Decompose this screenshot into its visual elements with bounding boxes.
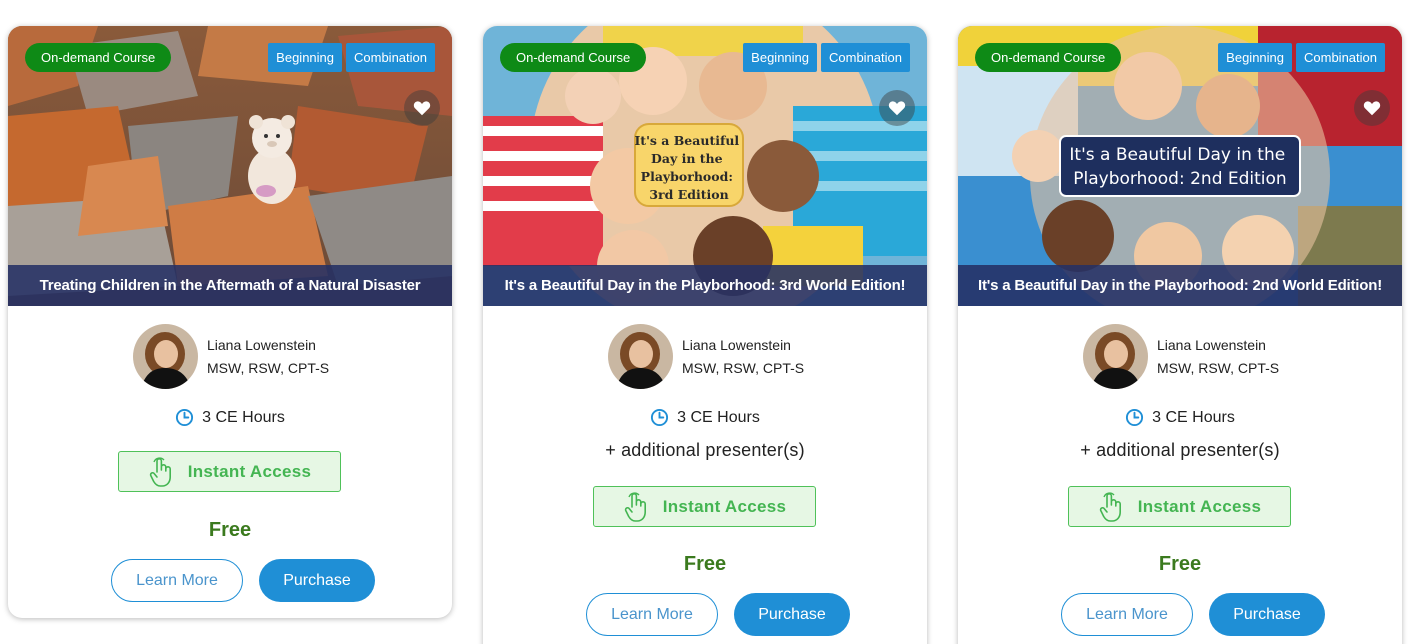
price: Free xyxy=(208,519,252,541)
course-type-badge: On-demand Course xyxy=(500,43,647,72)
ce-hours: 3 CE Hours xyxy=(483,408,927,427)
purchase-button[interactable]: Purchase xyxy=(259,559,375,602)
course-tags: Beginning Combination xyxy=(743,43,910,72)
course-card: It's a Beautiful Day in the Playborhood:… xyxy=(958,26,1402,644)
thumbnail-text-line: 3rd Edition xyxy=(649,187,728,202)
tag-level[interactable]: Beginning xyxy=(268,43,342,72)
tag-format[interactable]: Combination xyxy=(346,43,435,72)
pointing-hand-icon xyxy=(623,491,651,523)
heart-icon xyxy=(1363,101,1381,116)
ce-hours-label: 3 CE Hours xyxy=(202,408,285,426)
thumbnail-text-line: Playborhood: 2nd Edition xyxy=(1073,169,1286,189)
ce-hours-label: 3 CE Hours xyxy=(677,408,760,426)
purchase-button[interactable]: Purchase xyxy=(734,593,850,636)
ce-hours-label: 3 CE Hours xyxy=(1152,408,1235,426)
presenter-name[interactable]: Liana Lowenstein xyxy=(207,334,329,357)
favorite-button[interactable] xyxy=(1354,90,1390,126)
ce-hours: 3 CE Hours xyxy=(8,408,452,427)
purchase-button[interactable]: Purchase xyxy=(1209,593,1325,636)
instant-access-label: Instant Access xyxy=(1137,496,1262,516)
instant-access-badge: Instant Access xyxy=(1068,486,1291,527)
course-type-badge: On-demand Course xyxy=(25,43,172,72)
additional-presenters: + additional presenter(s) xyxy=(605,440,805,460)
presenter: Liana Lowenstein MSW, RSW, CPT-S xyxy=(133,324,329,389)
learn-more-button[interactable]: Learn More xyxy=(586,593,718,636)
clock-icon xyxy=(175,408,194,427)
thumbnail-text-line: Playborhood: xyxy=(641,169,733,184)
pointing-hand-icon xyxy=(1098,491,1126,523)
instant-access-label: Instant Access xyxy=(187,461,312,481)
avatar xyxy=(1083,324,1148,389)
course-thumbnail[interactable]: It's a Beautiful Day in the Playborhood:… xyxy=(958,26,1402,306)
learn-more-button[interactable]: Learn More xyxy=(111,559,243,602)
avatar xyxy=(133,324,198,389)
tag-format[interactable]: Combination xyxy=(821,43,910,72)
thumbnail-text-line: It's a Beautiful Day in the xyxy=(1069,145,1285,165)
learn-more-button[interactable]: Learn More xyxy=(1061,593,1193,636)
tag-level[interactable]: Beginning xyxy=(743,43,817,72)
avatar xyxy=(608,324,673,389)
pointing-hand-icon xyxy=(148,456,176,488)
course-title[interactable]: Treating Children in the Aftermath of a … xyxy=(8,265,452,306)
thumbnail-text-line: Day in the xyxy=(651,151,723,166)
course-title[interactable]: It's a Beautiful Day in the Playborhood:… xyxy=(483,265,927,306)
tag-level[interactable]: Beginning xyxy=(1218,43,1292,72)
thumbnail-text-line: It's a Beautiful xyxy=(634,133,739,148)
course-card: On-demand Course Beginning Combination T… xyxy=(8,26,452,618)
instant-access-badge: Instant Access xyxy=(118,451,341,492)
instant-access-badge: Instant Access xyxy=(593,486,816,527)
presenter-credentials: MSW, RSW, CPT-S xyxy=(207,359,330,376)
heart-icon xyxy=(888,101,906,116)
favorite-button[interactable] xyxy=(879,90,915,126)
course-thumbnail[interactable]: On-demand Course Beginning Combination T… xyxy=(8,26,452,306)
instant-access-label: Instant Access xyxy=(662,496,787,516)
presenter-name[interactable]: Liana Lowenstein xyxy=(682,334,804,357)
presenter-name[interactable]: Liana Lowenstein xyxy=(1157,334,1279,357)
course-type-badge: On-demand Course xyxy=(975,43,1122,72)
price: Free xyxy=(683,553,727,575)
course-thumbnail[interactable]: It's a Beautiful Day in the Playborhood:… xyxy=(483,26,927,306)
favorite-button[interactable] xyxy=(404,90,440,126)
tag-format[interactable]: Combination xyxy=(1296,43,1385,72)
presenter-credentials: MSW, RSW, CPT-S xyxy=(1157,359,1280,376)
clock-icon xyxy=(650,408,669,427)
course-tags: Beginning Combination xyxy=(268,43,435,72)
price: Free xyxy=(1158,553,1202,575)
course-card: It's a Beautiful Day in the Playborhood:… xyxy=(483,26,927,644)
course-tags: Beginning Combination xyxy=(1218,43,1385,72)
additional-presenters: + additional presenter(s) xyxy=(1080,440,1280,460)
heart-icon xyxy=(413,101,431,116)
presenter: Liana Lowenstein MSW, RSW, CPT-S xyxy=(1083,324,1279,389)
course-title[interactable]: It's a Beautiful Day in the Playborhood:… xyxy=(958,265,1402,306)
ce-hours: 3 CE Hours xyxy=(958,408,1402,427)
presenter: Liana Lowenstein MSW, RSW, CPT-S xyxy=(608,324,804,389)
presenter-credentials: MSW, RSW, CPT-S xyxy=(682,359,805,376)
clock-icon xyxy=(1125,408,1144,427)
